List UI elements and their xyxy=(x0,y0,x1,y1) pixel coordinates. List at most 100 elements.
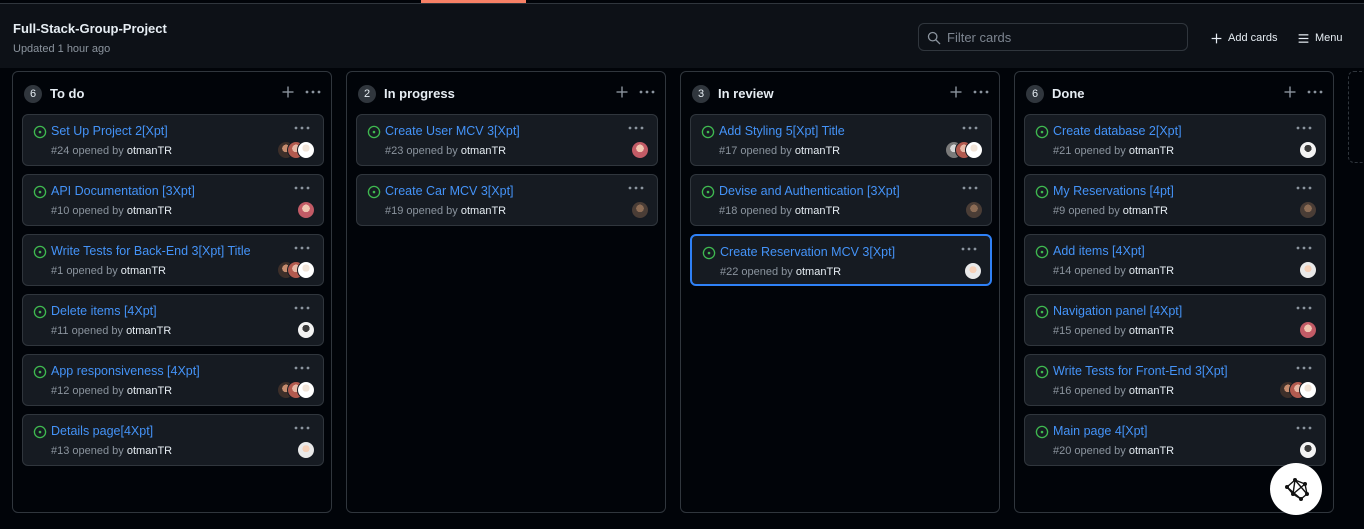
card-more-icon[interactable] xyxy=(961,183,979,193)
author-link[interactable]: otmanTR xyxy=(1129,265,1174,277)
avatar[interactable] xyxy=(1299,141,1317,159)
issue-card[interactable]: Add Styling 5[Xpt] Title #17 opened by ot… xyxy=(690,114,992,166)
card-title-link[interactable]: Create User MCV 3[Xpt] xyxy=(385,124,520,138)
avatar[interactable] xyxy=(965,141,983,159)
author-link[interactable]: otmanTR xyxy=(461,145,506,157)
avatar[interactable] xyxy=(297,261,315,279)
card-more-icon[interactable] xyxy=(627,123,645,133)
author-link[interactable]: otmanTR xyxy=(127,205,172,217)
card-more-icon[interactable] xyxy=(293,183,311,193)
author-link[interactable]: otmanTR xyxy=(461,205,506,217)
author-link[interactable]: otmanTR xyxy=(126,325,171,337)
card-more-icon[interactable] xyxy=(627,183,645,193)
author-link[interactable]: otmanTR xyxy=(1129,325,1174,337)
card-more-icon[interactable] xyxy=(1295,303,1313,313)
author-link[interactable]: otmanTR xyxy=(1129,385,1174,397)
author-link[interactable]: otmanTR xyxy=(795,145,840,157)
issue-card[interactable]: Devise and Authentication [3Xpt] #18 open… xyxy=(690,174,992,226)
avatar[interactable] xyxy=(297,201,315,219)
card-more-icon[interactable] xyxy=(1295,363,1313,373)
author-link[interactable]: otmanTR xyxy=(1129,145,1174,157)
card-title-link[interactable]: Write Tests for Back-End 3[Xpt] Title xyxy=(51,244,251,258)
issue-card[interactable]: App responsiveness [4Xpt] #12 opened by o… xyxy=(22,354,324,406)
author-link[interactable]: otmanTR xyxy=(121,265,166,277)
card-more-icon[interactable] xyxy=(293,303,311,313)
card-title-link[interactable]: Main page 4[Xpt] xyxy=(1053,424,1148,438)
plus-icon[interactable] xyxy=(614,84,630,100)
card-more-icon[interactable] xyxy=(961,123,979,133)
column-more-icon[interactable] xyxy=(1306,84,1324,100)
author-link[interactable]: otmanTR xyxy=(127,145,172,157)
plus-icon[interactable] xyxy=(280,84,296,100)
issue-card[interactable]: Add items [4Xpt] #14 opened by otmanTR xyxy=(1024,234,1326,286)
issue-card[interactable]: Delete items [4Xpt] #11 opened by otmanTR xyxy=(22,294,324,346)
issue-card[interactable]: Create User MCV 3[Xpt] #23 opened by otma… xyxy=(356,114,658,166)
add-cards-button[interactable]: Add cards xyxy=(1210,28,1278,48)
author-link[interactable]: otmanTR xyxy=(795,205,840,217)
card-title-link[interactable]: Add items [4Xpt] xyxy=(1053,244,1145,258)
card-title-link[interactable]: Write Tests for Front-End 3[Xpt] xyxy=(1053,364,1228,378)
card-title-link[interactable]: API Documentation [3Xpt] xyxy=(51,184,195,198)
card-more-icon[interactable] xyxy=(960,244,978,254)
card-title-link[interactable]: Set Up Project 2[Xpt] xyxy=(51,124,168,138)
avatar[interactable] xyxy=(631,141,649,159)
issue-card[interactable]: My Reservations [4pt] #9 opened by otmanT… xyxy=(1024,174,1326,226)
card-more-icon[interactable] xyxy=(1295,243,1313,253)
issue-card[interactable]: Create Car MCV 3[Xpt] #19 opened by otman… xyxy=(356,174,658,226)
author-link[interactable]: otmanTR xyxy=(127,445,172,457)
project-title[interactable]: Full-Stack-Group-Project xyxy=(13,21,167,36)
column-more-icon[interactable] xyxy=(638,84,656,100)
add-column-placeholder[interactable] xyxy=(1348,71,1364,163)
plus-icon[interactable] xyxy=(948,84,964,100)
card-title-link[interactable]: Devise and Authentication [3Xpt] xyxy=(719,184,900,198)
card-title-link[interactable]: Navigation panel [4Xpt] xyxy=(1053,304,1182,318)
card-more-icon[interactable] xyxy=(293,423,311,433)
card-more-icon[interactable] xyxy=(293,243,311,253)
avatar[interactable] xyxy=(297,141,315,159)
column-more-icon[interactable] xyxy=(304,84,322,100)
author-link[interactable]: otmanTR xyxy=(796,266,841,278)
avatar[interactable] xyxy=(1299,381,1317,399)
issue-card[interactable]: API Documentation [3Xpt] #10 opened by ot… xyxy=(22,174,324,226)
card-title-link[interactable]: App responsiveness [4Xpt] xyxy=(51,364,200,378)
issue-card[interactable]: Write Tests for Front-End 3[Xpt] #16 open… xyxy=(1024,354,1326,406)
avatar[interactable] xyxy=(297,441,315,459)
card-more-icon[interactable] xyxy=(1295,423,1313,433)
floating-action-button[interactable] xyxy=(1270,463,1322,515)
card-title-link[interactable]: Details page[4Xpt] xyxy=(51,424,153,438)
issue-card[interactable]: Create Reservation MCV 3[Xpt] #22 opened … xyxy=(690,234,992,286)
card-title-link[interactable]: Delete items [4Xpt] xyxy=(51,304,157,318)
card-more-icon[interactable] xyxy=(293,123,311,133)
avatar[interactable] xyxy=(1299,201,1317,219)
card-more-icon[interactable] xyxy=(1295,183,1313,193)
avatar[interactable] xyxy=(1299,261,1317,279)
card-title-link[interactable]: Create Reservation MCV 3[Xpt] xyxy=(720,245,895,259)
avatar[interactable] xyxy=(965,201,983,219)
menu-button[interactable]: Menu xyxy=(1297,28,1343,48)
issue-card[interactable]: Set Up Project 2[Xpt] #24 opened by otman… xyxy=(22,114,324,166)
filter-cards-input[interactable] xyxy=(947,29,1177,45)
card-more-icon[interactable] xyxy=(293,363,311,373)
issue-card[interactable]: Details page[4Xpt] #13 opened by otmanTR xyxy=(22,414,324,466)
filter-cards-field[interactable] xyxy=(918,23,1188,51)
avatar[interactable] xyxy=(297,321,315,339)
issue-card[interactable]: Main page 4[Xpt] #20 opened by otmanTR xyxy=(1024,414,1326,466)
plus-icon[interactable] xyxy=(1282,84,1298,100)
avatar[interactable] xyxy=(964,262,982,280)
avatar[interactable] xyxy=(297,381,315,399)
author-link[interactable]: otmanTR xyxy=(1129,445,1174,457)
card-title-link[interactable]: Create database 2[Xpt] xyxy=(1053,124,1182,138)
card-title-link[interactable]: Create Car MCV 3[Xpt] xyxy=(385,184,514,198)
issue-card[interactable]: Navigation panel [4Xpt] #15 opened by otm… xyxy=(1024,294,1326,346)
avatar[interactable] xyxy=(1299,441,1317,459)
author-link[interactable]: otmanTR xyxy=(127,385,172,397)
issue-card[interactable]: Write Tests for Back-End 3[Xpt] Title #1 … xyxy=(22,234,324,286)
card-title-link[interactable]: My Reservations [4pt] xyxy=(1053,184,1174,198)
issue-card[interactable]: Create database 2[Xpt] #21 opened by otma… xyxy=(1024,114,1326,166)
avatar[interactable] xyxy=(1299,321,1317,339)
card-more-icon[interactable] xyxy=(1295,123,1313,133)
avatar[interactable] xyxy=(631,201,649,219)
author-link[interactable]: otmanTR xyxy=(1123,205,1168,217)
column-more-icon[interactable] xyxy=(972,84,990,100)
card-title-link[interactable]: Add Styling 5[Xpt] Title xyxy=(719,124,845,138)
